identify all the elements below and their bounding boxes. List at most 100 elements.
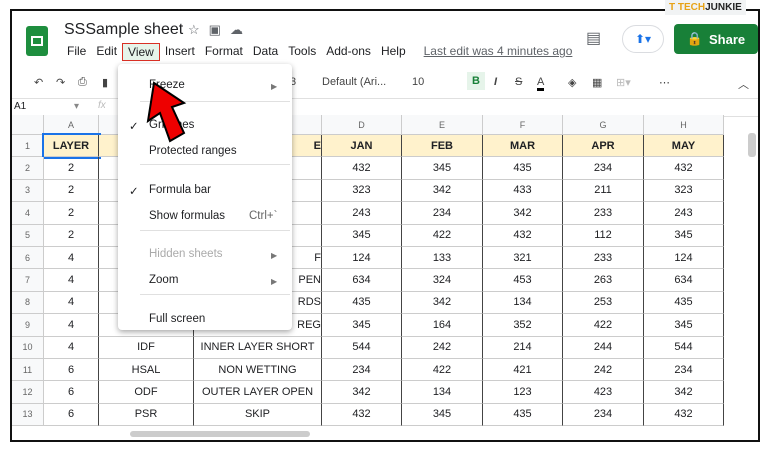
table-cell[interactable]: 342 xyxy=(644,381,724,404)
table-cell[interactable]: IDF xyxy=(99,336,194,359)
document-title[interactable]: SSSample sheet xyxy=(64,21,183,39)
table-cell[interactable]: 435 xyxy=(644,291,724,315)
table-cell[interactable]: 233 xyxy=(563,247,644,270)
borders-icon[interactable]: ▦ xyxy=(592,76,602,89)
star-icon[interactable]: ☆ xyxy=(188,22,209,37)
table-cell[interactable]: INNER LAYER SHORT xyxy=(194,336,322,359)
table-cell[interactable]: 345 xyxy=(322,314,402,337)
table-cell[interactable]: 423 xyxy=(563,381,644,404)
table-cell[interactable]: 244 xyxy=(563,336,644,359)
font-size-select[interactable]: 10 xyxy=(412,76,424,88)
horizontal-scrollbar[interactable] xyxy=(130,431,310,437)
row-header[interactable]: 8 xyxy=(12,291,44,315)
table-cell[interactable]: 435 xyxy=(483,403,563,427)
column-header-a[interactable]: A xyxy=(44,115,99,135)
table-cell[interactable]: 544 xyxy=(644,336,724,359)
table-cell[interactable]: 435 xyxy=(483,157,563,180)
table-cell[interactable]: 634 xyxy=(322,269,402,292)
table-cell[interactable]: 112 xyxy=(563,224,644,247)
table-cell[interactable]: 234 xyxy=(644,359,724,382)
table-cell[interactable]: 233 xyxy=(563,202,644,225)
table-cell[interactable]: MAY xyxy=(644,135,724,158)
menu-view[interactable]: View xyxy=(122,43,160,61)
table-cell[interactable]: 253 xyxy=(563,291,644,315)
table-cell[interactable]: 345 xyxy=(644,314,724,337)
table-cell[interactable]: 342 xyxy=(483,202,563,225)
table-cell[interactable]: 6 xyxy=(44,381,99,404)
row-header[interactable]: 2 xyxy=(12,157,44,180)
row-header[interactable]: 1 xyxy=(12,135,44,158)
table-cell[interactable]: 123 xyxy=(483,381,563,404)
table-cell[interactable]: 422 xyxy=(402,224,483,247)
table-cell[interactable]: 324 xyxy=(402,269,483,292)
undo-icon[interactable]: ↶ xyxy=(34,76,43,89)
move-folder-icon[interactable]: ▣ xyxy=(209,22,230,37)
table-cell[interactable]: 432 xyxy=(483,224,563,247)
last-edit-link[interactable]: Last edit was 4 minutes ago xyxy=(419,43,578,61)
menu-file[interactable]: File xyxy=(62,43,91,61)
table-cell[interactable]: 435 xyxy=(322,291,402,315)
table-cell[interactable]: 544 xyxy=(322,336,402,359)
column-header-h[interactable]: H xyxy=(644,115,724,135)
table-cell[interactable]: 6 xyxy=(44,359,99,382)
table-cell[interactable]: 345 xyxy=(402,157,483,180)
table-cell[interactable]: 321 xyxy=(483,247,563,270)
menu-edit[interactable]: Edit xyxy=(91,43,122,61)
row-header[interactable]: 9 xyxy=(12,314,44,337)
table-cell[interactable]: 4 xyxy=(44,269,99,292)
text-color-button[interactable]: A xyxy=(537,76,545,91)
table-cell[interactable]: JAN xyxy=(322,135,402,158)
italic-button[interactable]: I xyxy=(494,76,497,88)
menu-addons[interactable]: Add-ons xyxy=(321,43,376,61)
table-cell[interactable]: 2 xyxy=(44,224,99,247)
table-cell[interactable]: 2 xyxy=(44,202,99,225)
table-cell[interactable]: 243 xyxy=(322,202,402,225)
table-cell[interactable]: 242 xyxy=(402,336,483,359)
row-header[interactable]: 5 xyxy=(12,224,44,247)
table-cell[interactable]: 345 xyxy=(644,224,724,247)
table-cell[interactable]: 345 xyxy=(322,224,402,247)
view-menu-item-formula-bar[interactable]: Formula bar xyxy=(149,184,211,196)
redo-icon[interactable]: ↷ xyxy=(56,76,65,89)
fill-color-icon[interactable]: ◈ xyxy=(568,76,576,89)
table-cell[interactable]: 6 xyxy=(44,403,99,427)
table-cell[interactable]: 432 xyxy=(322,157,402,180)
present-button[interactable]: ⬆▾ xyxy=(622,25,664,53)
row-header[interactable]: 6 xyxy=(12,247,44,270)
table-cell[interactable]: PSR xyxy=(99,403,194,427)
more-button[interactable]: ⋯ xyxy=(659,76,670,89)
bold-button[interactable]: B xyxy=(467,72,485,90)
comment-history-icon[interactable]: ▤ xyxy=(586,28,601,48)
select-all-corner[interactable] xyxy=(12,115,44,135)
table-cell[interactable]: 345 xyxy=(402,403,483,427)
menu-format[interactable]: Format xyxy=(200,43,248,61)
table-cell[interactable]: 211 xyxy=(563,179,644,203)
table-cell[interactable]: 422 xyxy=(402,359,483,382)
table-cell[interactable]: 421 xyxy=(483,359,563,382)
vertical-scrollbar[interactable] xyxy=(748,133,756,157)
table-cell[interactable]: OUTER LAYER OPEN xyxy=(194,381,322,404)
table-cell[interactable]: 164 xyxy=(402,314,483,337)
table-cell[interactable]: 323 xyxy=(644,179,724,203)
font-select[interactable]: Default (Ari... xyxy=(322,76,386,88)
table-cell[interactable]: 234 xyxy=(563,157,644,180)
table-cell[interactable]: 432 xyxy=(644,403,724,427)
table-cell[interactable]: 4 xyxy=(44,314,99,337)
row-header[interactable]: 10 xyxy=(12,336,44,359)
strikethrough-button[interactable]: S xyxy=(515,76,522,88)
table-cell[interactable]: 4 xyxy=(44,291,99,315)
table-cell[interactable]: 342 xyxy=(402,179,483,203)
row-header[interactable]: 13 xyxy=(12,403,44,427)
table-cell[interactable]: 263 xyxy=(563,269,644,292)
row-header[interactable]: 3 xyxy=(12,179,44,203)
table-cell[interactable]: APR xyxy=(563,135,644,158)
table-cell[interactable]: 2 xyxy=(44,157,99,180)
table-cell[interactable]: 243 xyxy=(644,202,724,225)
table-cell[interactable]: 432 xyxy=(322,403,402,427)
share-button[interactable]: 🔒 Share xyxy=(674,24,758,54)
row-header[interactable]: 11 xyxy=(12,359,44,382)
column-header-g[interactable]: G xyxy=(563,115,644,135)
table-cell[interactable]: 124 xyxy=(322,247,402,270)
menu-tools[interactable]: Tools xyxy=(283,43,321,61)
name-box[interactable]: A1 xyxy=(14,101,26,112)
